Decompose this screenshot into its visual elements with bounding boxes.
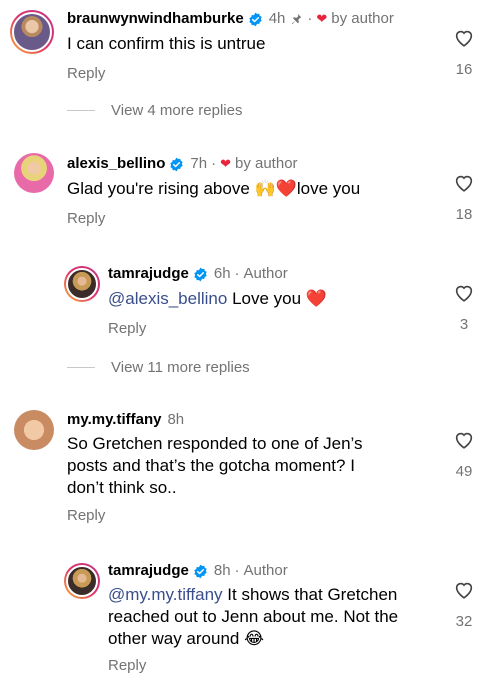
timestamp: 8h [167, 411, 185, 428]
verified-badge-icon [194, 267, 207, 281]
username[interactable]: tamrajudge [108, 265, 189, 283]
like-heart-icon[interactable] [453, 172, 475, 194]
red-heart-emoji: ❤️ [305, 289, 327, 308]
comment-text: Glad you're rising above 🙌❤️love you [67, 179, 361, 198]
reply-button[interactable]: Reply [67, 210, 105, 227]
author-heart-icon: ❤ [316, 11, 328, 26]
comment-header: tamrajudge 6h · Author [108, 265, 288, 283]
red-heart-emoji: ❤️ [275, 179, 297, 198]
like-heart-icon[interactable] [453, 579, 475, 601]
mention-link[interactable]: @my.my.tiffany [108, 585, 223, 604]
username[interactable]: alexis_bellino [67, 155, 165, 173]
like-count: 3 [459, 316, 469, 333]
mention-link[interactable]: @alexis_bellino [108, 289, 227, 308]
view-more-replies-button[interactable]: View 11 more replies [67, 359, 250, 376]
avatar[interactable] [64, 266, 100, 302]
timestamp: 7h [190, 155, 208, 172]
comment-text: @my.my.tiffany It shows that Gretchen re… [108, 585, 399, 648]
like-heart-icon[interactable] [453, 429, 475, 451]
verified-badge-icon [194, 564, 207, 578]
avatar[interactable] [14, 153, 54, 193]
username[interactable]: braunwynwindhamburke [67, 10, 244, 28]
reply-button[interactable]: Reply [67, 507, 105, 524]
reply-button[interactable]: Reply [108, 657, 146, 674]
avatar[interactable] [10, 10, 54, 54]
author-heart-icon: ❤ [220, 156, 231, 171]
pin-icon [292, 13, 302, 25]
liked-by-author-label: by author [331, 10, 394, 27]
comment-header: braunwynwindhamburke 4h · ❤ by author [67, 10, 394, 28]
like-count: 32 [455, 613, 473, 630]
comment-header: alexis_bellino 7h · ❤ by author [67, 155, 298, 173]
laughing-emoji: 😂 [244, 629, 264, 648]
timestamp: 4h [268, 10, 286, 27]
avatar[interactable] [64, 563, 100, 599]
like-heart-icon[interactable] [453, 27, 475, 49]
like-heart-icon[interactable] [453, 282, 475, 304]
like-count: 49 [455, 463, 473, 480]
timestamp: 8h [213, 562, 231, 579]
avatar[interactable] [14, 410, 54, 450]
raising-hands-emoji: 🙌 [254, 179, 276, 198]
comment-text: So Gretchen responded to one of Jen’s po… [67, 434, 363, 497]
divider-line [67, 367, 95, 368]
username[interactable]: my.my.tiffany [67, 411, 161, 429]
like-count: 18 [455, 206, 473, 223]
comment-header: my.my.tiffany 8h [67, 411, 184, 429]
reply-button[interactable]: Reply [67, 65, 105, 82]
like-count: 16 [455, 61, 473, 78]
username[interactable]: tamrajudge [108, 562, 189, 580]
author-label: Author [243, 562, 288, 579]
author-label: Author [243, 265, 288, 282]
timestamp: 6h [213, 265, 231, 282]
divider-line [67, 110, 95, 111]
verified-badge-icon [249, 12, 262, 26]
reply-button[interactable]: Reply [108, 320, 146, 337]
comment-text: @alexis_bellino Love you ❤️ [108, 289, 327, 308]
liked-by-author-label: by author [234, 155, 298, 172]
verified-badge-icon [170, 157, 184, 171]
view-more-replies-button[interactable]: View 4 more replies [67, 102, 242, 119]
comment-text: I can confirm this is untrue [67, 34, 266, 53]
comment-header: tamrajudge 8h · Author [108, 562, 288, 580]
